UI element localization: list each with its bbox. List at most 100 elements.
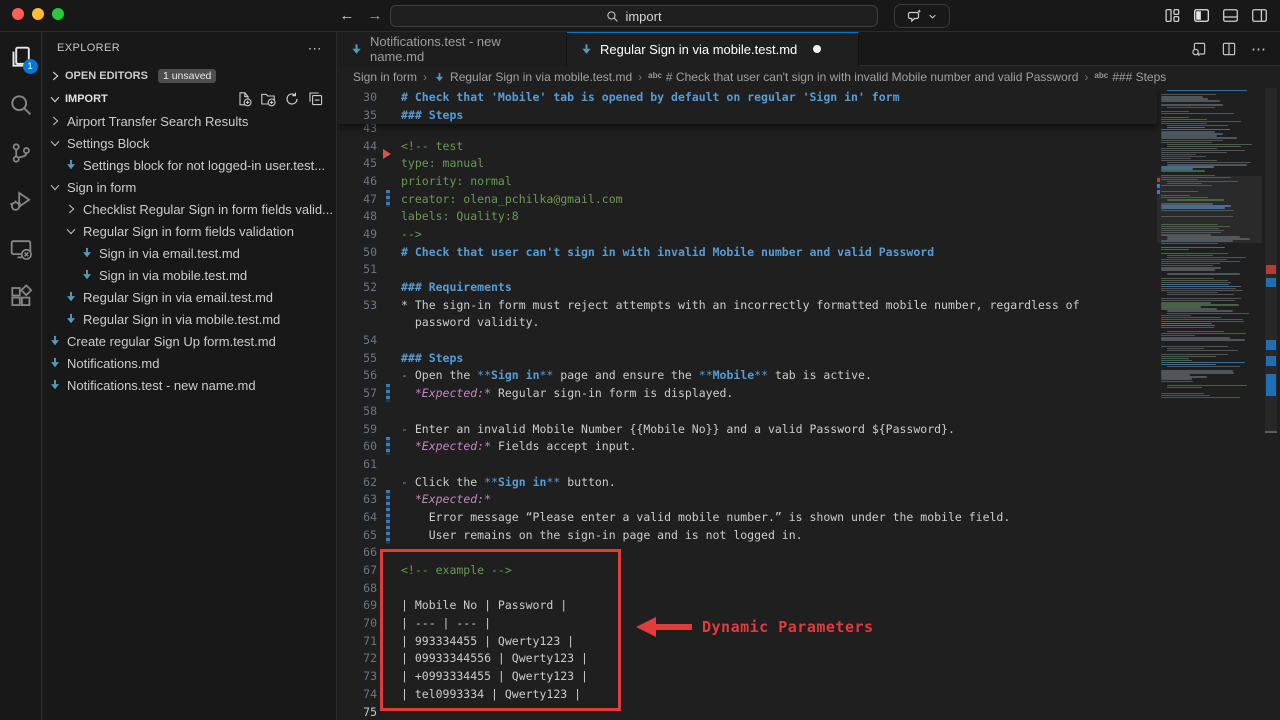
tree-file-notifications-md[interactable]: Notifications.md	[43, 352, 336, 374]
unsaved-badge: 1 unsaved	[158, 69, 216, 83]
nav-back-button[interactable]: ←	[336, 5, 358, 27]
symbol-text-icon: abc	[1094, 71, 1108, 80]
breadcrumb-item[interactable]: ### Steps	[1112, 70, 1166, 84]
minimap-line	[1161, 278, 1214, 279]
new-file-icon[interactable]	[236, 91, 252, 107]
activity-bar-item-run-and-debug[interactable]	[3, 182, 39, 220]
breadcrumb-separator: ›	[636, 70, 644, 84]
source-control-icon	[9, 141, 33, 165]
minimap-line	[1167, 107, 1215, 108]
minimap-line	[1167, 385, 1247, 386]
toggle-primary-sidebar-icon[interactable]	[1193, 7, 1210, 24]
code-line[interactable]: 61	[337, 455, 1157, 473]
code-line[interactable]: 35### Steps	[337, 106, 1157, 124]
tree-file-regular-sign-in-via-email-test-md[interactable]: Regular Sign in via email.test.md	[43, 286, 336, 308]
tree-folder-settings-block[interactable]: Settings Block	[43, 132, 336, 154]
line-number: 54	[337, 333, 377, 347]
code-line[interactable]: 49-->	[337, 225, 1157, 243]
tree-folder-regular-sign-in-form-fields-validation[interactable]: Regular Sign in form fields validation	[43, 220, 336, 242]
minimap[interactable]	[1157, 88, 1262, 720]
code-line[interactable]: 62- Click the **Sign in** button.	[337, 473, 1157, 491]
code-line[interactable]: 64 Error message “Please enter a valid m…	[337, 508, 1157, 526]
nav-forward-button[interactable]: →	[364, 5, 386, 27]
code-line[interactable]: 59- Enter an invalid Mobile Number {{Mob…	[337, 420, 1157, 438]
minimap-modified-marker	[1157, 190, 1160, 194]
tree-file-notifications-test-new-name-md[interactable]: Notifications.test - new name.md	[43, 374, 336, 396]
chat-sparkle-icon	[907, 8, 923, 24]
tree-file-sign-in-via-email-test-md[interactable]: Sign in via email.test.md	[43, 242, 336, 264]
code-line[interactable]: 55### Steps	[337, 349, 1157, 367]
breadcrumb-item[interactable]: # Check that user can't sign in with inv…	[666, 70, 1079, 84]
code-line[interactable]: 63 *Expected:*	[337, 490, 1157, 508]
window-minimize-button[interactable]	[32, 8, 44, 20]
minimap-line	[1161, 280, 1228, 281]
code-line[interactable]: 45type: manual	[337, 154, 1157, 172]
code-line[interactable]: 50# Check that user can't sign in with i…	[337, 243, 1157, 261]
code-line[interactable]: 51	[337, 261, 1157, 279]
code-line[interactable]: 48labels: Quality:8	[337, 207, 1157, 225]
new-folder-icon[interactable]	[260, 91, 276, 107]
overview-ruler[interactable]	[1262, 88, 1280, 720]
code-line[interactable]: 60 *Expected:* Fields accept input.	[337, 437, 1157, 455]
activity-bar-item-remote-explorer[interactable]	[3, 230, 39, 268]
tree-file-create-regular-sign-up-form-test-md[interactable]: Create regular Sign Up form.test.md	[43, 330, 336, 352]
editor-pane[interactable]: 4344<!-- test45type: manual46priority: n…	[337, 88, 1280, 720]
code-line[interactable]: 58	[337, 402, 1157, 420]
code-line[interactable]: 56- Open the **Sign in** page and ensure…	[337, 367, 1157, 385]
line-number: 66	[337, 545, 377, 559]
tab-regular-sign-in-mobile[interactable]: Regular Sign in via mobile.test.md	[567, 32, 859, 66]
customize-layout-icon[interactable]	[1164, 7, 1181, 24]
activity-bar-item-explorer[interactable]: 1	[3, 38, 39, 76]
unsaved-dot-icon[interactable]	[813, 45, 821, 53]
line-number: 35	[337, 108, 377, 122]
toggle-panel-icon[interactable]	[1222, 7, 1239, 24]
minimap-line	[1161, 142, 1212, 143]
code-line[interactable]: 46priority: normal	[337, 172, 1157, 190]
code-line[interactable]: 30# Check that 'Mobile' tab is opened by…	[337, 88, 1157, 106]
command-center-search[interactable]: import	[390, 5, 878, 27]
ruler-blue-marker	[1266, 356, 1276, 366]
breadcrumb-item[interactable]: Regular Sign in via mobile.test.md	[450, 70, 632, 84]
code-line[interactable]: 65 User remains on the sign-in page and …	[337, 526, 1157, 544]
window-close-button[interactable]	[12, 8, 24, 20]
tree-folder-checklist-regular-sign-in-form-fields-valid[interactable]: Checklist Regular Sign in form fields va…	[43, 198, 336, 220]
copilot-chat-button[interactable]	[894, 4, 950, 28]
line-number: 44	[337, 139, 377, 153]
tree-file-regular-sign-in-via-mobile-test-md[interactable]: Regular Sign in via mobile.test.md	[43, 308, 336, 330]
ruler-blue-marker	[1266, 374, 1276, 396]
refresh-icon[interactable]	[284, 91, 300, 107]
code-line[interactable]: 57 *Expected:* Regular sign-in form is d…	[337, 384, 1157, 402]
tab-notifications-test[interactable]: Notifications.test - new name.md	[337, 32, 567, 66]
activity-bar-item-extensions[interactable]	[3, 278, 39, 316]
split-editor-icon[interactable]	[1221, 41, 1237, 57]
code-line[interactable]: 54	[337, 331, 1157, 349]
tree-item-label: Sign in via email.test.md	[99, 246, 240, 261]
sticky-scroll[interactable]: 30# Check that 'Mobile' tab is opened by…	[337, 88, 1157, 124]
code-line[interactable]: 53* The sign-in form must reject attempt…	[337, 296, 1157, 314]
collapse-all-icon[interactable]	[308, 91, 324, 107]
tree-folder-sign-in-form[interactable]: Sign in form	[43, 176, 336, 198]
remote-explorer-icon	[9, 237, 33, 261]
editor-more-actions-icon[interactable]: ⋯	[1251, 40, 1266, 58]
activity-bar-item-search[interactable]	[3, 86, 39, 124]
minimap-line	[1161, 282, 1231, 283]
code-line[interactable]: password validity.	[337, 314, 1157, 332]
explorer-more-actions-icon[interactable]: ⋯	[308, 40, 322, 57]
open-editors-section[interactable]: OPEN EDITORS 1 unsaved	[43, 64, 336, 88]
breadcrumb-item[interactable]: Sign in form	[353, 70, 417, 84]
code-line[interactable]: 52### Requirements	[337, 278, 1157, 296]
line-number: 75	[337, 705, 377, 719]
window-maximize-button[interactable]	[52, 8, 64, 20]
code-line[interactable]: 44<!-- test	[337, 137, 1157, 155]
code-line[interactable]: 47creator: olena_pchilka@gmail.com	[337, 190, 1157, 208]
activity-bar-item-source-control[interactable]	[3, 134, 39, 172]
import-section-header[interactable]: IMPORT	[43, 88, 336, 110]
open-preview-icon[interactable]	[1191, 41, 1207, 57]
tree-file-sign-in-via-mobile-test-md[interactable]: Sign in via mobile.test.md	[43, 264, 336, 286]
editor-tab-bar: Notifications.test - new name.md Regular…	[337, 32, 1280, 66]
line-number: 46	[337, 174, 377, 188]
minimap-line	[1161, 286, 1241, 287]
toggle-secondary-sidebar-icon[interactable]	[1251, 7, 1268, 24]
tree-folder-airport-transfer-search-results[interactable]: Airport Transfer Search Results	[43, 110, 336, 132]
tree-file-settings-block-for-not-logged-in-user-test[interactable]: Settings block for not logged-in user.te…	[43, 154, 336, 176]
